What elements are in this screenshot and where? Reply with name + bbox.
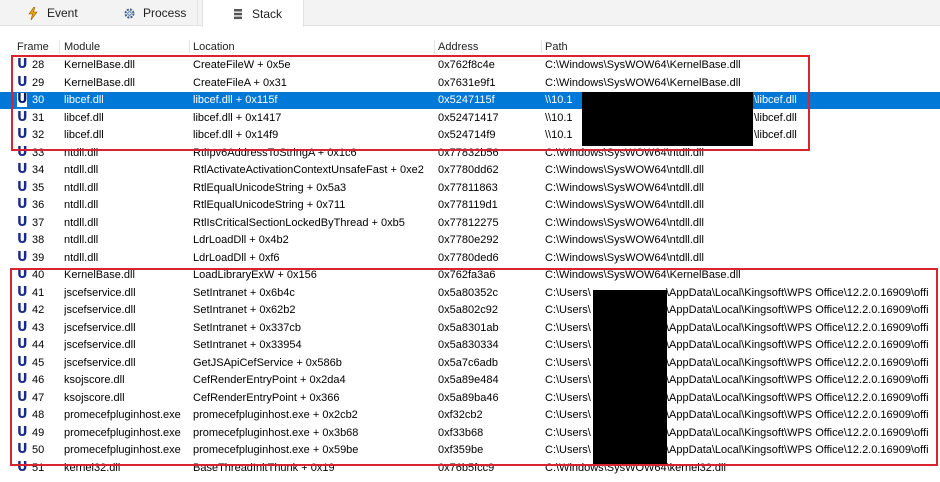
frame-cell: 39 [32, 251, 45, 264]
stack-icon [231, 7, 245, 21]
address-cell: 0x77811863 [438, 181, 498, 194]
tab-process[interactable]: Process [100, 0, 198, 26]
frame-cell: 36 [32, 199, 45, 211]
lightning-icon [26, 6, 40, 20]
tab-label: Event [47, 6, 78, 20]
address-cell: 0x778119d1 [438, 199, 498, 211]
user-mode-icon: U [17, 232, 28, 247]
table-row[interactable]: U 39 ntdll.dll LdrLoadDll + 0xf6 0x7780ded6 C… [0, 250, 940, 267]
module-cell: ntdll.dll [64, 251, 99, 264]
table-row[interactable]: U 34 ntdll.dll RtlActivateActivationContext… [0, 162, 940, 179]
module-cell: ntdll.dll [64, 216, 99, 229]
path-cell: C:\Windows\SysWOW64\ntdll.dll [545, 216, 704, 229]
column-divider[interactable] [189, 40, 190, 54]
frame-cell: 38 [32, 234, 45, 246]
module-cell: ntdll.dll [64, 199, 99, 211]
path-cell: C:\Windows\SysWOW64\ntdll.dll [545, 199, 704, 211]
column-divider[interactable] [434, 40, 435, 54]
table-header: Frame Module Location Address Path [0, 38, 940, 56]
path-cell: C:\Windows\SysWOW64\ntdll.dll [545, 251, 704, 264]
module-cell: ntdll.dll [64, 164, 99, 176]
location-cell: LdrLoadDll + 0x4b2 [193, 234, 289, 246]
path-cell: C:\Windows\SysWOW64\ntdll.dll [545, 164, 704, 176]
address-cell: 0x7780ded6 [438, 251, 499, 264]
column-header-address[interactable]: Address [438, 41, 478, 53]
user-mode-icon: U [17, 179, 28, 195]
address-cell: 0x77812275 [438, 216, 499, 229]
location-cell: RtlActivateActivationContextUnsafeFast +… [193, 164, 424, 176]
column-divider[interactable] [59, 40, 60, 54]
column-header-path[interactable]: Path [545, 41, 568, 53]
gear-icon [122, 6, 136, 20]
user-mode-icon: U [17, 249, 28, 265]
column-header-frame[interactable]: Frame [17, 41, 49, 53]
table-row[interactable]: U 36 ntdll.dll RtlEqualUnicodeString + 0x71… [0, 197, 940, 214]
address-cell: 0x7780e292 [438, 234, 499, 246]
tab-event[interactable]: Event [26, 0, 86, 26]
user-mode-icon: U [17, 197, 28, 212]
user-mode-icon: U [17, 214, 28, 230]
path-cell: C:\Windows\SysWOW64\ntdll.dll [545, 181, 704, 194]
table-row[interactable]: U 38 ntdll.dll LdrLoadDll + 0x4b2 0x7780e292… [0, 232, 940, 249]
column-header-location[interactable]: Location [193, 41, 235, 53]
column-header-module[interactable]: Module [64, 41, 100, 53]
tab-label: Stack [252, 6, 283, 21]
frame-cell: 37 [32, 216, 45, 229]
column-divider[interactable] [541, 40, 542, 54]
tab-stack[interactable]: Stack [202, 0, 304, 27]
location-cell: LdrLoadDll + 0xf6 [193, 251, 280, 264]
module-cell: ntdll.dll [64, 181, 99, 194]
tab-label: Process [143, 6, 187, 20]
table-row[interactable]: U 37 ntdll.dll RtlIsCriticalSectionLockedBy… [0, 215, 940, 232]
tab-bar: Event Process Stack [0, 0, 940, 27]
highlight-box [10, 268, 938, 466]
frame-cell: 34 [32, 164, 45, 176]
address-cell: 0x7780dd62 [438, 164, 499, 176]
location-cell: RtlEqualUnicodeString + 0x5a3 [193, 181, 347, 194]
location-cell: RtlIsCriticalSectionLockedByThread + 0xb… [193, 216, 405, 229]
user-mode-icon: U [17, 162, 28, 177]
location-cell: RtlEqualUnicodeString + 0x711 [193, 199, 346, 211]
frame-cell: 35 [32, 181, 45, 194]
module-cell: ntdll.dll [64, 234, 99, 246]
highlight-box [11, 55, 810, 151]
path-cell: C:\Windows\SysWOW64\ntdll.dll [545, 234, 704, 246]
table-row[interactable]: U 35 ntdll.dll RtlEqualUnicodeString + 0x5a… [0, 180, 940, 197]
